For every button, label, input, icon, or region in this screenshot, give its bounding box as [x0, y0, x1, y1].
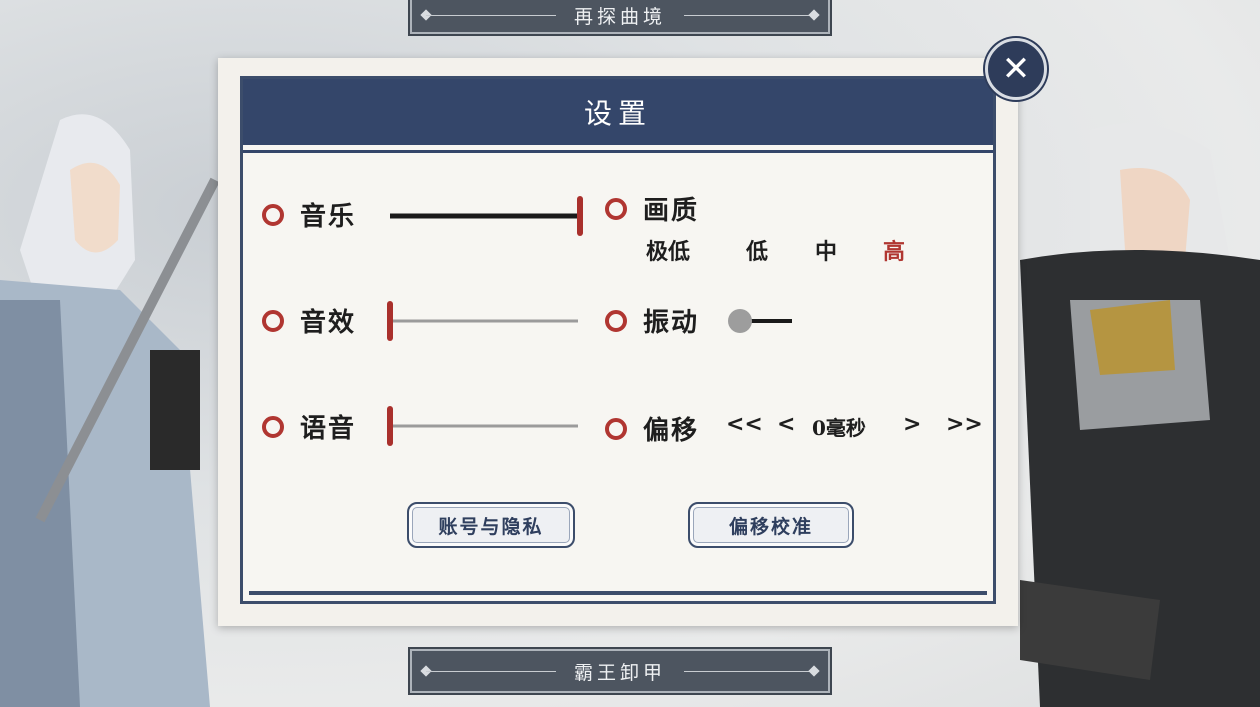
voice-slider[interactable] — [387, 406, 578, 446]
quality-option-high[interactable]: 高 — [883, 234, 905, 266]
bullet-icon — [262, 203, 284, 226]
account-privacy-label: 账号与隐私 — [438, 515, 544, 538]
offset-calibration-label: 偏移校准 — [728, 515, 813, 538]
bottom-banner-label: 霸王卸甲 — [573, 661, 666, 684]
line-ornament — [426, 15, 556, 16]
dialog-title: 设置 — [583, 97, 652, 130]
bottom-banner[interactable]: 霸王卸甲 — [410, 649, 830, 693]
offset-calibration-button[interactable]: 偏移校准 — [688, 502, 854, 548]
dialog-title-bar: 设置 — [243, 79, 993, 150]
sfx-setting: 音效 — [262, 302, 356, 339]
vibration-label: 振动 — [643, 308, 700, 338]
voice-setting: 语音 — [262, 408, 356, 445]
left-character-illustration — [0, 0, 230, 707]
slider-handle[interactable] — [577, 196, 583, 236]
right-character-illustration — [1000, 0, 1260, 707]
offset-decrease-fast-button[interactable]: << — [726, 412, 763, 437]
bullet-icon — [262, 415, 284, 438]
bullet-icon — [605, 309, 627, 332]
quality-label: 画质 — [643, 196, 700, 226]
offset-value: 0毫秒 — [812, 416, 866, 440]
line-ornament — [684, 671, 814, 672]
diamond-ornament-icon — [808, 9, 820, 21]
sfx-label: 音效 — [300, 308, 357, 338]
quality-option-medium[interactable]: 中 — [815, 234, 837, 266]
bullet-icon — [262, 309, 284, 332]
music-label: 音乐 — [300, 202, 357, 232]
offset-increase-fast-button[interactable]: >> — [946, 412, 983, 437]
quality-option-very-low[interactable]: 极低 — [646, 234, 690, 266]
diamond-ornament-icon — [808, 665, 820, 677]
slider-handle[interactable] — [387, 406, 393, 446]
top-banner[interactable]: 再探曲境 — [410, 0, 830, 34]
close-button[interactable]: ✕ — [985, 38, 1047, 100]
close-x-icon: ✕ — [1001, 49, 1031, 89]
offset-setting: 偏移 — [605, 410, 699, 447]
quality-setting: 画质 — [605, 190, 699, 227]
vibration-setting: 振动 — [605, 302, 699, 339]
slider-handle[interactable] — [387, 301, 393, 341]
voice-label: 语音 — [300, 414, 357, 444]
bullet-icon — [605, 417, 627, 440]
line-ornament — [426, 671, 556, 672]
toggle-knob — [728, 309, 752, 333]
slider-track — [390, 424, 578, 428]
sfx-slider[interactable] — [387, 301, 578, 341]
settings-dialog: 设置 — [218, 58, 1018, 626]
dialog-frame: 设置 — [240, 76, 996, 604]
quality-option-low[interactable]: 低 — [746, 234, 768, 266]
vibration-toggle[interactable] — [728, 306, 794, 336]
slider-fill — [390, 213, 580, 219]
bullet-icon — [605, 197, 627, 220]
account-privacy-button[interactable]: 账号与隐私 — [407, 502, 575, 548]
line-ornament — [684, 15, 814, 16]
top-banner-label: 再探曲境 — [573, 5, 666, 28]
music-setting: 音乐 — [262, 196, 356, 233]
slider-track — [390, 319, 578, 323]
offset-increase-button[interactable]: > — [903, 412, 921, 437]
offset-decrease-button[interactable]: < — [777, 412, 795, 437]
offset-label: 偏移 — [643, 416, 700, 446]
music-slider[interactable] — [390, 196, 583, 236]
